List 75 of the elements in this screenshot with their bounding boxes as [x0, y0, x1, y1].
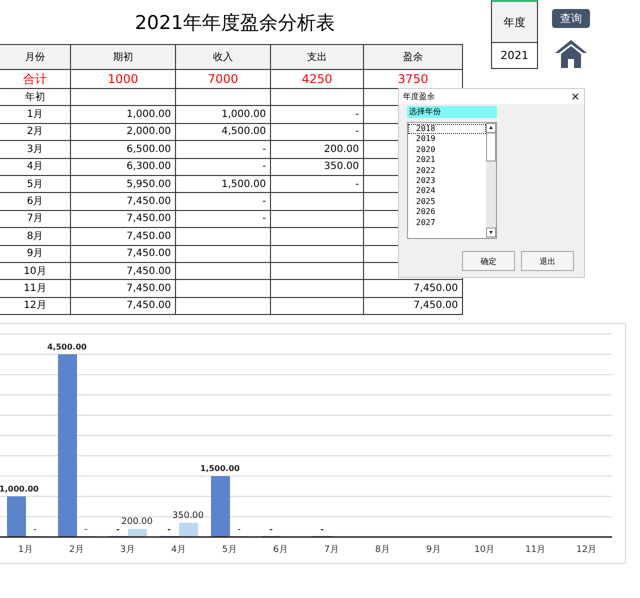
table-cell: 7,450.00 [413, 300, 458, 312]
table-cell: 7,450.00 [126, 282, 171, 294]
table-cell: 1,500.00 [221, 178, 266, 190]
axis-label: 5月 [222, 545, 237, 556]
table-cell: 6月 [26, 196, 44, 208]
table-cell: 1,000.00 [126, 109, 171, 120]
table-cell: 5,950.00 [126, 178, 171, 190]
table-cell: 8月 [26, 230, 44, 242]
table-cell: 7月 [26, 213, 44, 224]
data-label: - [33, 525, 37, 536]
axis-label: 12月 [576, 545, 597, 556]
table-cell: 合计 [0, 70, 70, 88]
table-cell: 6,500.00 [126, 144, 171, 155]
table-cell: 4,500.00 [221, 126, 266, 138]
axis-label: 11月 [525, 545, 546, 556]
axis-label: 4月 [171, 545, 186, 556]
column-header: 支出 [270, 44, 364, 70]
table-cell: - [262, 196, 266, 208]
axis-label: 1月 [18, 545, 33, 556]
column-header: 期初 [70, 44, 176, 70]
table-cell: 年初 [25, 92, 45, 103]
table-cell: 9月 [26, 248, 44, 260]
table-cell: 7,450.00 [126, 266, 171, 277]
table-cell: 10月 [24, 266, 46, 277]
data-label: - [237, 525, 241, 536]
axis-label: 10月 [474, 545, 495, 556]
table-cell: 7000 [176, 70, 270, 88]
data-label: - [320, 525, 324, 534]
axis-label: 9月 [426, 545, 441, 556]
table-cell: 7,450.00 [126, 300, 171, 312]
table-cell: 1月 [26, 109, 44, 120]
table-cell: 3月 [26, 144, 44, 155]
data-label: - [269, 525, 273, 534]
year-label: 年度 [492, 2, 537, 43]
table-cell: - [355, 126, 359, 138]
axis-label: 2月 [69, 545, 84, 556]
table-cell: 5月 [26, 178, 44, 190]
table-cell: 7,450.00 [413, 282, 458, 294]
axis-label: 8月 [375, 545, 390, 556]
table-cell: 6,300.00 [126, 161, 171, 172]
table-cell: - [262, 213, 266, 224]
table-cell: - [262, 144, 266, 155]
table-cell: 2月 [26, 126, 44, 138]
axis-label: 7月 [324, 545, 339, 556]
table-cell: 7,450.00 [126, 248, 171, 260]
data-label: - [167, 525, 171, 534]
table-cell: 7,450.00 [126, 196, 171, 208]
dialog-title: 年度盈余 [403, 91, 435, 102]
data-label: - [116, 525, 120, 534]
table-cell: 7,450.00 [126, 213, 171, 224]
axis-label: 3月 [120, 545, 135, 556]
table-cell: 350.00 [324, 161, 359, 172]
table-cell: 1000 [70, 70, 176, 88]
data-label: 350.00 [172, 510, 204, 521]
table-cell: 1,000.00 [221, 109, 266, 120]
table-cell: - [355, 109, 359, 120]
data-label: 1,000.00 [0, 484, 39, 494]
table-cell: 12月 [24, 300, 46, 312]
table-cell: - [262, 161, 266, 172]
data-label: - [84, 525, 88, 536]
column-header: 盈余 [364, 44, 462, 70]
axis-label: 6月 [273, 545, 288, 556]
data-label: 200.00 [121, 516, 153, 527]
table-cell: 4月 [26, 161, 44, 172]
table-cell: 7,450.00 [126, 230, 171, 242]
table-cell: 2,000.00 [126, 126, 171, 138]
table-cell: 200.00 [324, 144, 359, 155]
table-cell: 11月 [24, 282, 46, 294]
data-label: 1,500.00 [200, 464, 240, 474]
table-cell: - [355, 178, 359, 190]
column-header: 收入 [176, 44, 270, 70]
data-label: 4,500.00 [47, 342, 87, 352]
sheet-title: 2021年年度盈余分析表 [134, 11, 336, 36]
table-cell: 4250 [270, 70, 364, 88]
column-header: 月份 [0, 44, 70, 70]
